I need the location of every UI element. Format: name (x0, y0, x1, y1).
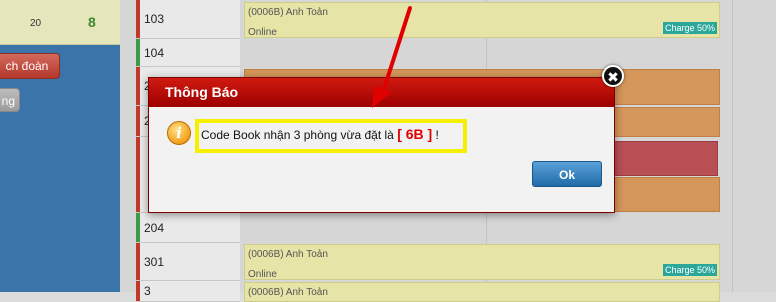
notification-dialog: Thông Báo i Code Book nhận 3 phòng vừa đ… (148, 77, 615, 213)
room-number: 3 (144, 284, 151, 298)
message-suffix: ! (435, 128, 439, 142)
room-number: 104 (144, 45, 165, 60)
booking-block[interactable]: (0006B) Anh Toản Online Charge 50% (244, 244, 720, 280)
ok-button[interactable]: Ok (532, 161, 602, 187)
close-icon[interactable]: ✖ (602, 65, 624, 87)
dialog-message: Code Book nhận 3 phòng vừa đặt là [ 6B ]… (201, 126, 439, 142)
booking-status: Online (248, 269, 277, 280)
room-cell[interactable]: 204 (136, 213, 240, 243)
booking-guest: (0006B) Anh Toản (248, 7, 328, 18)
summary-count-small: 20 (30, 18, 42, 29)
booking-code: [ 6B ] (397, 126, 433, 142)
secondary-button[interactable]: ng (0, 88, 20, 112)
room-cell[interactable]: 104 (136, 39, 240, 67)
info-icon: i (167, 121, 191, 145)
room-cell[interactable]: 301 (136, 243, 240, 281)
booking-block[interactable]: (0006B) Anh Toản (244, 282, 720, 302)
summary-count-big: 8 (88, 14, 96, 30)
left-summary: 20 8 (0, 0, 120, 45)
dialog-title: Thông Báo (149, 78, 614, 107)
booking-guest: (0006B) Anh Toản (248, 287, 328, 298)
room-number: 301 (144, 254, 165, 269)
booking-guest: (0006B) Anh Toản (248, 249, 328, 260)
room-cell[interactable]: 103 (136, 0, 240, 39)
charge-badge: Charge 50% (662, 264, 717, 276)
room-number: 103 (144, 12, 165, 26)
group-list-button[interactable]: ch đoàn (0, 53, 60, 79)
booking-status: Online (248, 27, 277, 38)
charge-badge: Charge 50% (662, 22, 717, 34)
room-number: 204 (144, 220, 165, 235)
grid-divider (732, 0, 733, 292)
left-panel: 20 8 ch đoàn ng (0, 0, 120, 292)
booking-block[interactable]: (0006B) Anh Toản Online Charge 50% (244, 2, 720, 38)
message-text: Code Book nhận 3 phòng vừa đặt là (201, 128, 394, 142)
